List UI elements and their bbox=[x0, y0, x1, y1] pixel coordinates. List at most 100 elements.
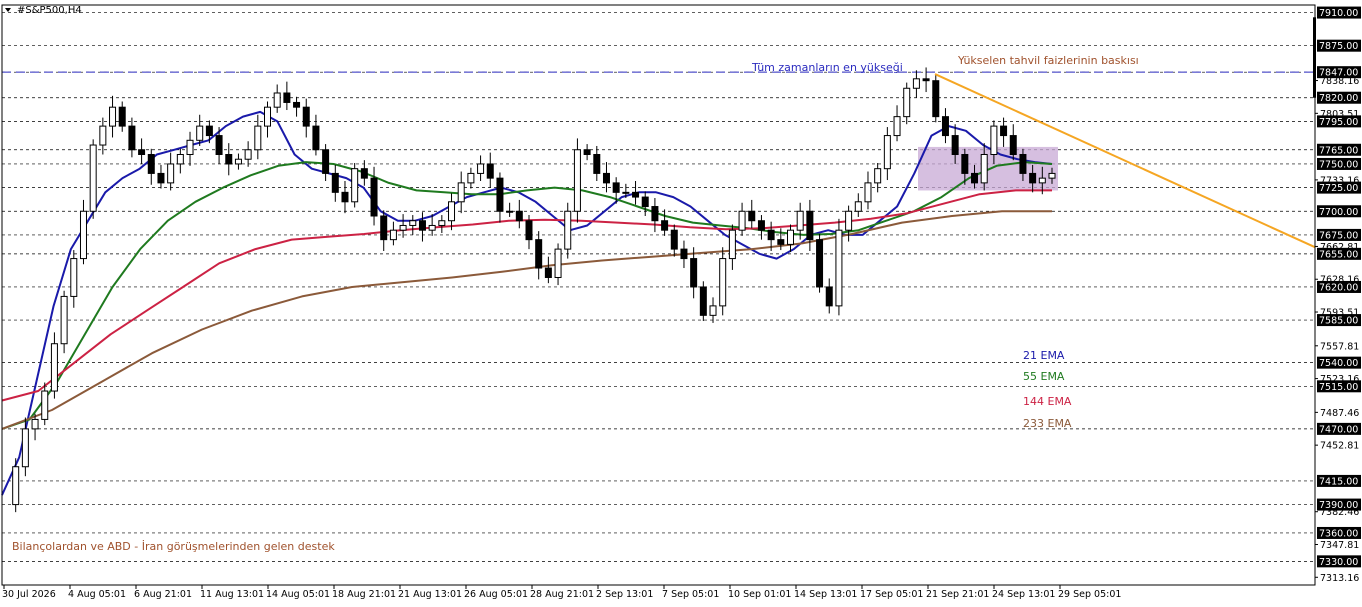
price-tick-label: 7382.46 bbox=[1320, 507, 1359, 518]
earnings-annotation: Bilançolardan ve ABD - İran görüşmelerin… bbox=[12, 540, 335, 553]
time-label: 17 Sep 05:01 bbox=[860, 589, 923, 600]
candle-body bbox=[380, 215, 388, 241]
candle-body bbox=[806, 210, 814, 241]
horizontal-gridlines bbox=[2, 12, 1315, 562]
price-level-label: 7470.00 bbox=[1319, 424, 1358, 435]
price-level-label: 7820.00 bbox=[1319, 93, 1358, 104]
candle-body bbox=[186, 139, 194, 155]
candle-body bbox=[12, 466, 20, 506]
legend-ema144: 144 EMA bbox=[1023, 395, 1072, 408]
candle-body bbox=[196, 125, 204, 141]
candle-body bbox=[157, 172, 165, 184]
candle-body bbox=[389, 229, 397, 241]
candle-body bbox=[951, 135, 959, 155]
time-label: 26 Aug 05:01 bbox=[464, 589, 528, 600]
candle-body bbox=[699, 286, 707, 316]
candle-body bbox=[351, 168, 359, 203]
candle-body bbox=[448, 201, 456, 222]
time-label: 29 Sep 05:01 bbox=[1058, 589, 1121, 600]
legend-ema21: 21 EMA bbox=[1023, 349, 1065, 362]
price-level-label: 7655.00 bbox=[1319, 249, 1358, 260]
chart-canvas[interactable]: 7910.007875.007847.007838.167820.007803.… bbox=[0, 0, 1362, 603]
candle-body bbox=[496, 177, 504, 212]
candle-body bbox=[409, 220, 417, 226]
price-level-label: 7360.00 bbox=[1319, 528, 1358, 539]
price-tick-label: 7487.46 bbox=[1320, 408, 1359, 419]
candle-body bbox=[816, 239, 824, 288]
price-level-label: 7765.00 bbox=[1319, 145, 1358, 156]
time-label: 30 Jul 2026 bbox=[2, 589, 56, 600]
candle-body bbox=[544, 267, 552, 278]
ema-line-1 bbox=[1, 161, 1053, 430]
legend-ema55: 55 EMA bbox=[1023, 370, 1065, 383]
candle-body bbox=[399, 224, 407, 231]
candle-body bbox=[787, 229, 794, 245]
time-label: 28 Aug 21:01 bbox=[530, 589, 594, 600]
candle-body bbox=[690, 258, 698, 288]
candle-body bbox=[138, 149, 146, 155]
yield-annotation: Yükselen tahvil faizlerinin baskısı bbox=[957, 54, 1139, 67]
time-label: 21 Aug 13:01 bbox=[398, 589, 462, 600]
time-label: 2 Sep 13:01 bbox=[596, 589, 653, 600]
candle-body bbox=[176, 153, 184, 165]
candle-body bbox=[60, 295, 68, 345]
price-chart[interactable]: 7910.00 7875.00 7847.00 7838.16 7820.00 7803.… bbox=[0, 0, 1362, 603]
candle-body bbox=[738, 210, 746, 231]
candle-body bbox=[757, 220, 765, 231]
price-level-label: 7540.00 bbox=[1319, 358, 1358, 369]
candle-body bbox=[118, 106, 126, 127]
candle-body bbox=[1048, 172, 1056, 179]
candle-body bbox=[302, 106, 310, 127]
candle-body bbox=[573, 149, 581, 212]
last-price-bar bbox=[1313, 17, 1316, 98]
candle-body bbox=[564, 210, 572, 250]
symbol-label: #S&P500,H4 bbox=[17, 5, 82, 16]
candle-body bbox=[845, 210, 853, 231]
candle-body bbox=[1019, 153, 1027, 174]
price-level-label: 7795.00 bbox=[1319, 117, 1358, 128]
candle-body bbox=[912, 78, 920, 89]
price-tick-label: 7347.81 bbox=[1320, 540, 1359, 551]
candle-body bbox=[922, 78, 930, 82]
price-level-label: 7330.00 bbox=[1319, 557, 1358, 568]
time-label: 14 Aug 05:01 bbox=[266, 589, 330, 600]
symbol-header[interactable]: #S&P500,H4 bbox=[5, 5, 82, 16]
candle-body bbox=[360, 168, 368, 179]
candle-body bbox=[147, 153, 155, 174]
candle-body bbox=[893, 116, 901, 137]
candle-body bbox=[854, 201, 862, 212]
candle-body bbox=[70, 258, 78, 297]
ath-annotation: Tüm zamanların en yükseği bbox=[751, 61, 903, 74]
candle-body bbox=[438, 220, 446, 226]
time-axis[interactable]: 30 Jul 2026 4 Aug 05:01 6 Aug 21:01 11 Aug … bbox=[2, 585, 1121, 600]
candle-body bbox=[273, 92, 281, 108]
candle-body bbox=[1000, 125, 1008, 137]
candle-body bbox=[961, 153, 969, 174]
candle-body bbox=[932, 80, 940, 118]
candle-body bbox=[370, 177, 378, 217]
triangle-down-icon[interactable] bbox=[5, 8, 11, 12]
candle-body bbox=[205, 125, 213, 137]
price-tick-label: 7838.16 bbox=[1320, 76, 1359, 87]
candle-body bbox=[254, 125, 262, 151]
price-axis[interactable]: 7910.007875.007847.007838.167820.007803.… bbox=[1, 4, 1361, 586]
candle-body bbox=[651, 206, 659, 222]
candle-body bbox=[1009, 135, 1017, 155]
candle-body bbox=[50, 343, 58, 392]
candle-body bbox=[602, 172, 610, 184]
candle-body bbox=[215, 135, 223, 155]
ema-lines bbox=[1, 110, 1053, 496]
candle-body bbox=[874, 168, 882, 184]
candle-body bbox=[990, 125, 998, 155]
candle-body bbox=[612, 182, 620, 193]
candle-body bbox=[796, 210, 804, 231]
price-tick-label: 7452.81 bbox=[1320, 441, 1359, 452]
candle-body bbox=[709, 305, 717, 316]
candle-body bbox=[1029, 172, 1037, 184]
candle-body bbox=[728, 229, 736, 260]
candle-body bbox=[661, 220, 669, 231]
price-level-label: 7750.00 bbox=[1319, 159, 1358, 170]
candle-body bbox=[767, 229, 775, 241]
time-label: 11 Aug 13:01 bbox=[200, 589, 264, 600]
candle-body bbox=[583, 149, 591, 155]
